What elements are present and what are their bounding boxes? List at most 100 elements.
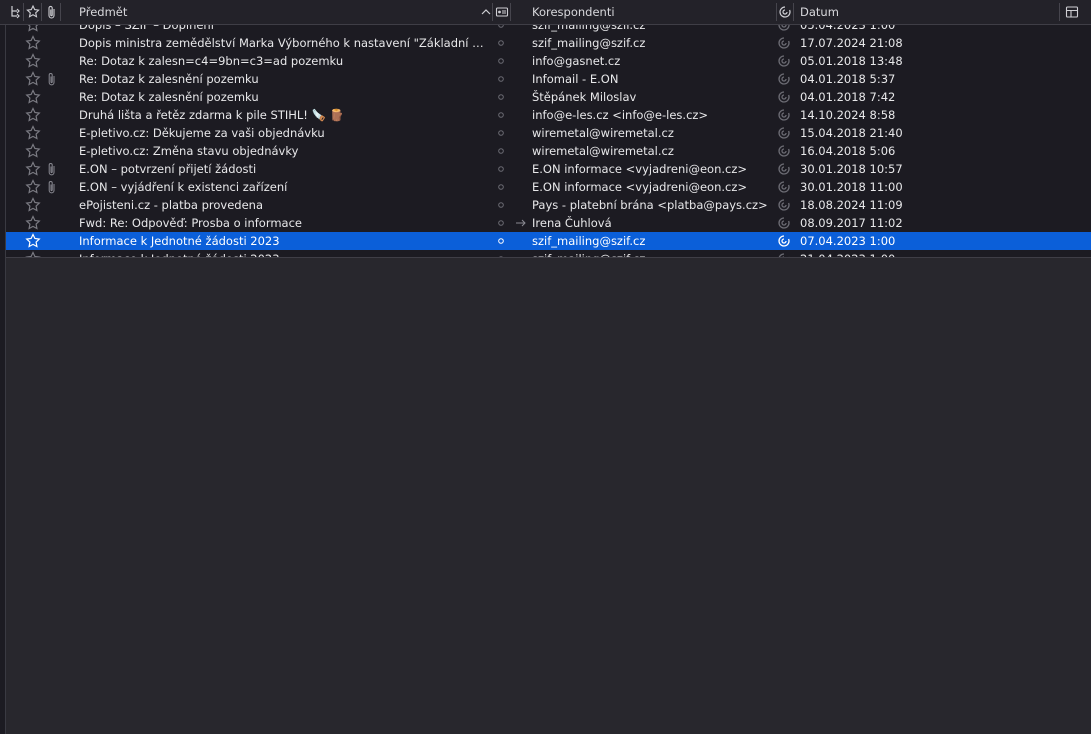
message-row[interactable]: E-pletivo.cz: Děkujeme za vaši objednávk… — [6, 124, 1091, 142]
read-status-icon[interactable] — [496, 88, 506, 106]
junk-status-icon[interactable] — [777, 214, 791, 232]
column-separator[interactable] — [510, 3, 511, 21]
junk-status-icon[interactable] — [777, 106, 791, 124]
read-status-icon[interactable] — [496, 178, 506, 196]
star-icon[interactable] — [25, 232, 41, 250]
message-date: 16.04.2018 5:06 — [800, 144, 896, 158]
star-icon[interactable] — [25, 70, 41, 88]
read-status-icon[interactable] — [496, 124, 506, 142]
star-icon[interactable] — [25, 178, 41, 196]
column-separator[interactable] — [23, 3, 24, 21]
message-row[interactable]: Informace k Jednotné žádosti 2023 szif_ma… — [6, 250, 1091, 257]
message-row[interactable]: Re: Dotaz k zalesn=c4=9bn=c3=ad pozemku i… — [6, 52, 1091, 70]
junk-status-icon[interactable] — [777, 88, 791, 106]
message-subject: Re: Dotaz k zalesnění pozemku — [79, 72, 259, 86]
read-status-icon[interactable] — [496, 214, 506, 232]
date-column-header[interactable]: Datum — [800, 0, 839, 24]
star-icon[interactable] — [25, 142, 41, 160]
junk-status-icon[interactable] — [777, 232, 791, 250]
junk-status-icon[interactable] — [777, 124, 791, 142]
read-status-icon[interactable] — [496, 70, 506, 88]
column-separator[interactable] — [793, 3, 794, 21]
message-date: 07.04.2023 1:00 — [800, 234, 896, 248]
message-row[interactable]: E-pletivo.cz: Změna stavu objednávky wire… — [6, 142, 1091, 160]
junk-status-icon[interactable] — [777, 25, 791, 34]
message-correspondent: wiremetal@wiremetal.cz — [532, 126, 674, 140]
star-icon[interactable] — [25, 250, 41, 257]
star-icon[interactable] — [25, 52, 41, 70]
message-row[interactable]: Fwd: Re: Odpověď: Prosba o informace Iren… — [6, 214, 1091, 232]
message-row[interactable]: E.ON – potvrzení přijetí žádosti E.ON inf… — [6, 160, 1091, 178]
message-subject: E-pletivo.cz: Změna stavu objednávky — [79, 144, 299, 158]
junk-status-icon[interactable] — [777, 178, 791, 196]
junk-status-icon[interactable] — [777, 196, 791, 214]
column-picker-icon[interactable] — [1065, 4, 1079, 20]
message-row[interactable]: ePojisteni.cz - platba provedena Pays - p… — [6, 196, 1091, 214]
junk-status-icon[interactable] — [777, 160, 791, 178]
message-row[interactable]: Informace k Jednotné žádosti 2023 szif_ma… — [6, 232, 1091, 250]
message-row[interactable]: Druhá lišta a řetěz zdarma k pile STIHL!… — [6, 106, 1091, 124]
message-date: 15.04.2018 21:40 — [800, 126, 903, 140]
junk-status-column-icon[interactable] — [778, 4, 792, 20]
star-icon[interactable] — [25, 124, 41, 142]
junk-status-icon[interactable] — [777, 70, 791, 88]
read-status-icon[interactable] — [496, 52, 506, 70]
subject-column-header[interactable]: Předmět — [79, 0, 127, 24]
star-icon[interactable] — [25, 160, 41, 178]
attachment-icon — [46, 70, 58, 88]
read-status-icon[interactable] — [496, 250, 506, 257]
message-correspondent: Štěpánek Miloslav — [532, 90, 637, 104]
star-icon[interactable] — [25, 88, 41, 106]
star-column-icon[interactable] — [26, 4, 40, 20]
correspondents-column-header[interactable]: Korespondenti — [532, 0, 615, 24]
read-status-icon[interactable] — [496, 160, 506, 178]
message-correspondent: E.ON informace <vyjadreni@eon.cz> — [532, 162, 748, 176]
attachment-column-icon[interactable] — [45, 4, 59, 20]
read-status-icon[interactable] — [496, 232, 506, 250]
forwarded-icon — [515, 214, 527, 232]
message-list[interactable]: Dopis – SZIF – Doplnění szif_mailing@szif… — [6, 25, 1091, 258]
read-status-column-icon[interactable] — [495, 4, 509, 20]
message-subject: E.ON – vyjádření k existenci zařízení — [79, 180, 288, 194]
junk-status-icon[interactable] — [777, 52, 791, 70]
message-correspondent: szif_mailing@szif.cz — [532, 25, 646, 32]
star-icon[interactable] — [25, 196, 41, 214]
message-row[interactable]: Dopis – SZIF – Doplnění szif_mailing@szif… — [6, 25, 1091, 34]
sort-ascending-icon[interactable] — [479, 4, 493, 20]
message-correspondent: Pays - platební brána <platba@pays.cz> — [532, 198, 768, 212]
message-row[interactable]: Dopis ministra zemědělství Marka Výborné… — [6, 34, 1091, 52]
message-subject: Informace k Jednotné žádosti 2023 — [79, 250, 489, 257]
column-separator[interactable] — [41, 3, 42, 21]
message-preview-pane — [6, 258, 1091, 734]
star-icon[interactable] — [25, 214, 41, 232]
message-subject: Informace k Jednotné žádosti 2023 — [79, 234, 280, 248]
junk-status-icon[interactable] — [777, 142, 791, 160]
column-separator[interactable] — [1059, 3, 1060, 21]
attachment-icon — [46, 178, 58, 196]
message-subject: Re: Dotaz k zalesnění pozemku — [79, 90, 259, 104]
column-separator[interactable] — [60, 3, 61, 21]
message-correspondent: info@gasnet.cz — [532, 54, 621, 68]
message-subject: Druhá lišta a řetěz zdarma k pile STIHL!… — [79, 108, 344, 122]
message-date: 14.10.2024 8:58 — [800, 108, 896, 122]
read-status-icon[interactable] — [496, 25, 506, 34]
read-status-icon[interactable] — [496, 142, 506, 160]
star-icon[interactable] — [25, 25, 41, 34]
junk-status-icon[interactable] — [777, 34, 791, 52]
read-status-icon[interactable] — [496, 106, 506, 124]
message-row[interactable]: Re: Dotaz k zalesnění pozemku Štěpánek Mi… — [6, 88, 1091, 106]
star-icon[interactable] — [25, 34, 41, 52]
read-status-icon[interactable] — [496, 34, 506, 52]
thread-column-icon[interactable] — [9, 4, 23, 20]
message-date: 30.01.2018 11:00 — [800, 180, 903, 194]
message-subject: Dopis ministra zemědělství Marka Výborné… — [79, 36, 489, 50]
message-date: 21.04.2023 1:00 — [800, 250, 960, 257]
junk-status-icon[interactable] — [777, 250, 791, 257]
message-date: 18.08.2024 11:09 — [800, 198, 903, 212]
star-icon[interactable] — [25, 106, 41, 124]
message-row[interactable]: E.ON – vyjádření k existenci zařízení E.O… — [6, 178, 1091, 196]
column-separator[interactable] — [776, 3, 777, 21]
column-separator[interactable] — [492, 3, 493, 21]
read-status-icon[interactable] — [496, 196, 506, 214]
message-row[interactable]: Re: Dotaz k zalesnění pozemku Infomail - … — [6, 70, 1091, 88]
